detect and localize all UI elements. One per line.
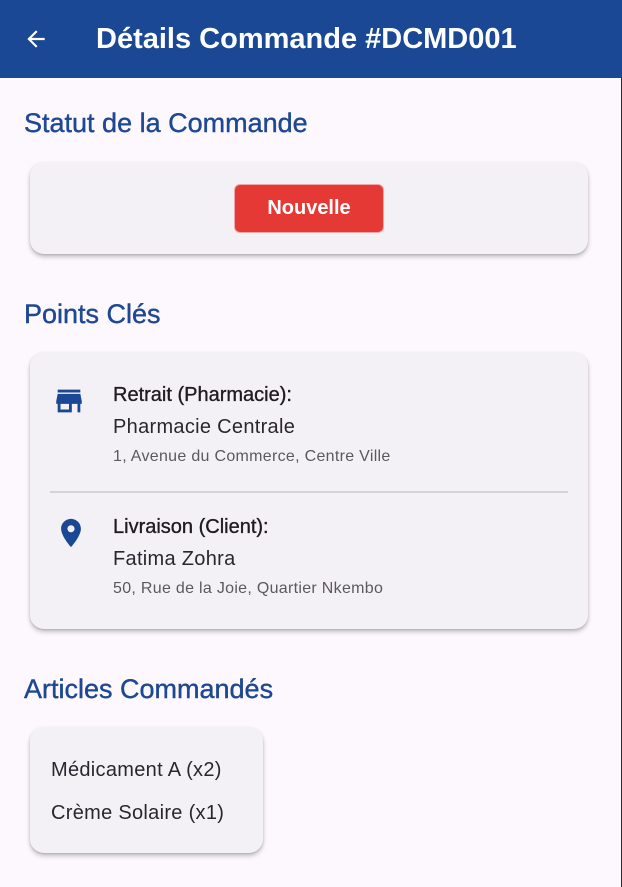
list-item: Crème Solaire (x1) (51, 802, 225, 824)
key-points-card: Retrait (Pharmacie): Pharmacie Centrale … (30, 352, 588, 629)
status-section-title: Statut de la Commande (24, 108, 308, 138)
status-card: Nouvelle (30, 162, 588, 254)
status-badge: Nouvelle (234, 184, 384, 233)
pickup-address: 1, Avenue du Commerce, Centre Ville (113, 448, 391, 465)
delivery-name: Fatima Zohra (113, 548, 236, 570)
delivery-label: Livraison (Client): (113, 516, 269, 538)
app-bar: Détails Commande #DCMD001 (0, 0, 622, 78)
divider (50, 491, 568, 493)
articles-card: Médicament A (x2) Crème Solaire (x1) (30, 727, 263, 853)
location-pin-icon (54, 514, 88, 550)
articles-section-title: Articles Commandés (24, 674, 274, 704)
pickup-label: Retrait (Pharmacie): (113, 384, 292, 406)
pickup-name: Pharmacie Centrale (113, 416, 296, 438)
page-title: Détails Commande #DCMD001 (96, 23, 517, 55)
store-icon (52, 383, 86, 419)
delivery-address: 50, Rue de la Joie, Quartier Nkembo (113, 580, 384, 597)
points-section-title: Points Clés (24, 299, 161, 329)
back-button[interactable] (20, 22, 52, 56)
list-item: Médicament A (x2) (51, 759, 222, 781)
arrow-back-icon (27, 30, 45, 48)
